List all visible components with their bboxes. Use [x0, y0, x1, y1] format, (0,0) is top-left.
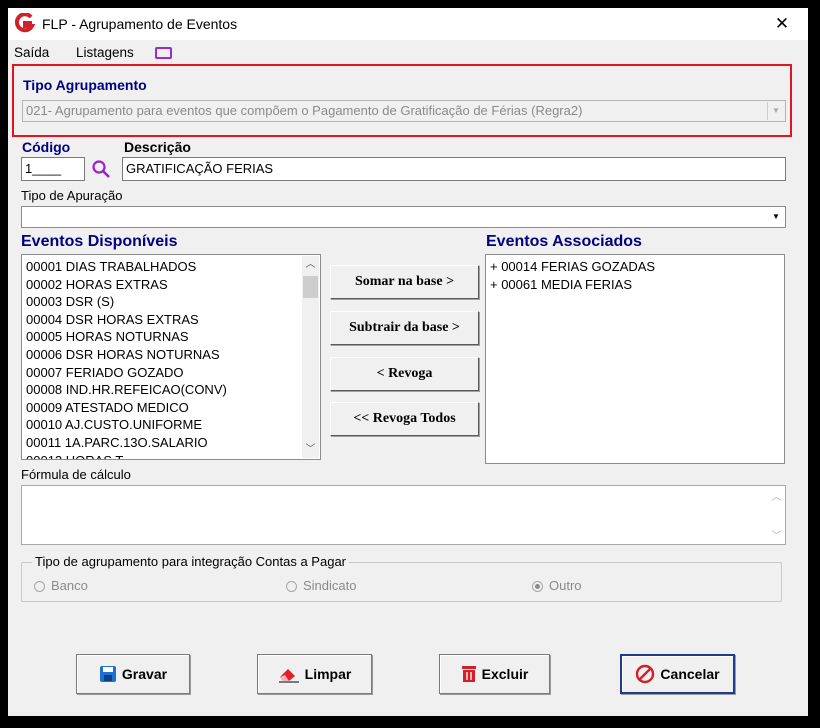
close-button[interactable]: ✕	[764, 10, 800, 38]
formula-textarea[interactable]: ︿ ﹀	[21, 485, 786, 545]
app-logo-icon	[15, 13, 35, 33]
tipo-agrupamento-value: 021- Agrupamento para eventos que compõe…	[26, 103, 583, 118]
scroll-up-icon[interactable]: ︿	[302, 256, 319, 273]
scroll-down-icon[interactable]: ﹀	[302, 441, 319, 458]
tipo-agrupamento-label: Tipo Agrupamento	[23, 77, 147, 93]
trash-icon	[461, 666, 476, 682]
radio-sindicato[interactable]: Sindicato	[286, 578, 356, 593]
dialog-window: FLP - Agrupamento de Eventos ✕ Saída Lis…	[8, 8, 808, 716]
formula-label: Fórmula de cálculo	[21, 467, 131, 482]
title-bar: FLP - Agrupamento de Eventos ✕	[8, 8, 808, 40]
scroll-thumb[interactable]	[303, 276, 318, 298]
list-item[interactable]: 00003 DSR (S)	[26, 293, 114, 310]
list-item[interactable]: 00004 DSR HORAS EXTRAS	[26, 311, 199, 328]
scrollbar[interactable]: ︿ ﹀	[302, 256, 319, 458]
menu-bar: Saída Listagens	[8, 42, 808, 62]
save-icon	[99, 666, 116, 682]
excluir-label: Excluir	[481, 666, 529, 682]
radio-outro[interactable]: Outro	[532, 578, 582, 593]
integracao-label: Tipo de agrupamento para integração Cont…	[32, 554, 349, 569]
limpar-label: Limpar	[304, 666, 352, 682]
eventos-disponiveis-list[interactable]: 00001 DIAS TRABALHADOS 00002 HORAS EXTRAS…	[21, 254, 321, 460]
tipo-apuracao-select[interactable]: ▼	[21, 206, 786, 228]
revoga-todos-button[interactable]: << Revoga Todos	[330, 402, 479, 436]
list-item[interactable]: 00001 DIAS TRABALHADOS	[26, 258, 196, 275]
subtrair-button[interactable]: Subtrair da base >	[330, 311, 479, 345]
menu-listagens[interactable]: Listagens	[76, 45, 134, 60]
cancelar-button[interactable]: Cancelar	[620, 654, 735, 694]
radio-banco[interactable]: Banco	[34, 578, 88, 593]
list-item[interactable]: 00005 HORAS NOTURNAS	[26, 328, 189, 345]
window-list-icon[interactable]	[155, 47, 172, 59]
tipo-apuracao-label: Tipo de Apuração	[21, 188, 123, 203]
list-item[interactable]: 00008 IND.HR.REFEICAO(CONV)	[26, 381, 227, 398]
revoga-button[interactable]: < Revoga	[330, 357, 479, 391]
eraser-icon	[278, 669, 299, 683]
scrollbar[interactable]: ︿ ﹀	[768, 486, 785, 544]
list-item[interactable]: 00009 ATESTADO MEDICO	[26, 399, 189, 416]
codigo-label: Código	[22, 139, 71, 155]
excluir-button[interactable]: Excluir	[439, 654, 550, 694]
list-item[interactable]: + 00061 MEDIA FERIAS	[490, 276, 632, 293]
cancelar-label: Cancelar	[660, 666, 720, 682]
list-item[interactable]: 00010 AJ.CUSTO.UNIFORME	[26, 416, 202, 433]
window-title: FLP - Agrupamento de Eventos	[42, 16, 238, 32]
limpar-button[interactable]: Limpar	[257, 654, 372, 694]
gravar-button[interactable]: Gravar	[76, 654, 190, 694]
list-item[interactable]: 00011 1A.PARC.13O.SALARIO	[26, 434, 208, 451]
scroll-up-icon[interactable]: ︿	[768, 488, 785, 503]
list-item[interactable]: 00006 DSR HORAS NOTURNAS	[26, 346, 220, 363]
integracao-groupbox: Tipo de agrupamento para integração Cont…	[21, 554, 782, 602]
somar-button[interactable]: Somar na base >	[330, 265, 479, 299]
search-icon[interactable]	[91, 159, 111, 179]
codigo-input[interactable]: 1____	[21, 157, 85, 181]
list-item[interactable]: + 00014 FERIAS GOZADAS	[490, 258, 655, 275]
tipo-agrupamento-select[interactable]: 021- Agrupamento para eventos que compõe…	[22, 100, 786, 122]
descricao-label: Descrição	[124, 139, 191, 155]
list-item[interactable]: 00012 HORAS T...	[26, 452, 133, 459]
eventos-associados-list[interactable]: + 00014 FERIAS GOZADAS + 00061 MEDIA FERI…	[485, 254, 785, 464]
menu-saida[interactable]: Saída	[14, 45, 49, 60]
eventos-disponiveis-label: Eventos Disponíveis	[21, 233, 178, 250]
cancel-icon	[636, 664, 655, 684]
descricao-input[interactable]: GRATIFICAÇÃO FERIAS	[122, 157, 786, 181]
descricao-value: GRATIFICAÇÃO FERIAS	[126, 161, 274, 176]
list-item[interactable]: 00002 HORAS EXTRAS	[26, 276, 168, 293]
eventos-associados-label: Eventos Associados	[486, 233, 642, 250]
chevron-down-icon[interactable]: ▼	[767, 102, 784, 120]
gravar-label: Gravar	[121, 666, 168, 682]
codigo-value: 1____	[25, 161, 62, 176]
scroll-down-icon[interactable]: ﹀	[768, 527, 785, 542]
list-item[interactable]: 00007 FERIADO GOZADO	[26, 364, 184, 381]
chevron-down-icon[interactable]: ▼	[768, 208, 784, 226]
